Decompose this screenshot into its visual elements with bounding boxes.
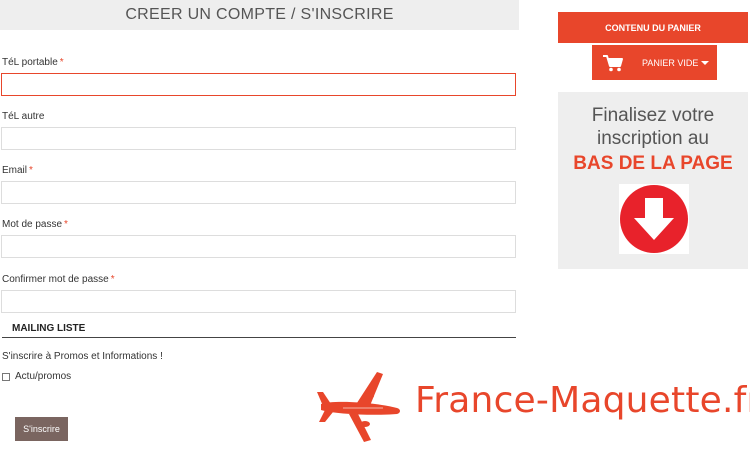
mailing-divider	[2, 337, 516, 338]
cart-dropdown-button[interactable]: PANIER VIDE	[592, 45, 717, 80]
chevron-down-icon	[701, 60, 710, 65]
required-marker: *	[59, 57, 64, 68]
email-input[interactable]	[1, 181, 516, 204]
cart-icon	[603, 54, 623, 71]
arrow-down-circle-icon[interactable]	[619, 184, 689, 254]
required-marker: *	[29, 165, 33, 176]
promo-checkbox-label[interactable]: Actu/promos	[15, 371, 71, 382]
promo-line-2: inscription au	[597, 128, 709, 149]
tel-portable-input[interactable]	[1, 73, 516, 96]
promo-line-1: Finalisez votre	[591, 105, 715, 126]
email-label: Email *	[2, 165, 33, 176]
promo-checkbox-row[interactable]: Actu/promos	[2, 371, 71, 382]
password-label-text: Mot de passe	[2, 219, 63, 230]
tel-autre-input[interactable]	[1, 127, 516, 150]
required-marker: *	[64, 219, 68, 230]
tel-portable-label-text: TéL portable	[2, 57, 58, 68]
page-title: CREER UN COMPTE / S'INSCRIRE	[125, 6, 394, 23]
confirm-password-input[interactable]	[1, 290, 516, 313]
required-marker: *	[110, 274, 115, 285]
form-header: CREER UN COMPTE / S'INSCRIRE	[0, 0, 519, 30]
finalize-promo-box: Finalisez votre inscription au BAS DE LA…	[558, 92, 748, 269]
mailing-list-title: MAILING LISTE	[12, 323, 86, 334]
airplane-icon	[317, 372, 400, 442]
site-logo-text: France-Maquette.fr	[415, 380, 750, 421]
password-label: Mot de passe *	[2, 219, 68, 230]
promo-line-3: BAS DE LA PAGE	[573, 153, 733, 174]
confirm-password-label: Confirmer mot de passe *	[2, 274, 115, 285]
tel-autre-label: TéL autre	[2, 111, 46, 122]
confirm-password-label-text: Confirmer mot de passe	[2, 274, 109, 285]
promo-checkbox[interactable]	[2, 372, 10, 381]
email-label-text: Email	[2, 165, 28, 176]
cart-header-label: CONTENU DU PANIER	[605, 22, 701, 33]
cart-button-label: PANIER VIDE	[642, 57, 699, 68]
mailing-description: S'inscrire à Promos et Informations !	[2, 351, 163, 362]
password-input[interactable]	[1, 235, 516, 258]
tel-portable-label: TéL portable *	[2, 57, 64, 68]
cart-header: CONTENU DU PANIER	[558, 12, 748, 43]
submit-button[interactable]: S'inscrire	[15, 417, 68, 441]
tel-autre-label-text: TéL autre	[2, 111, 45, 122]
